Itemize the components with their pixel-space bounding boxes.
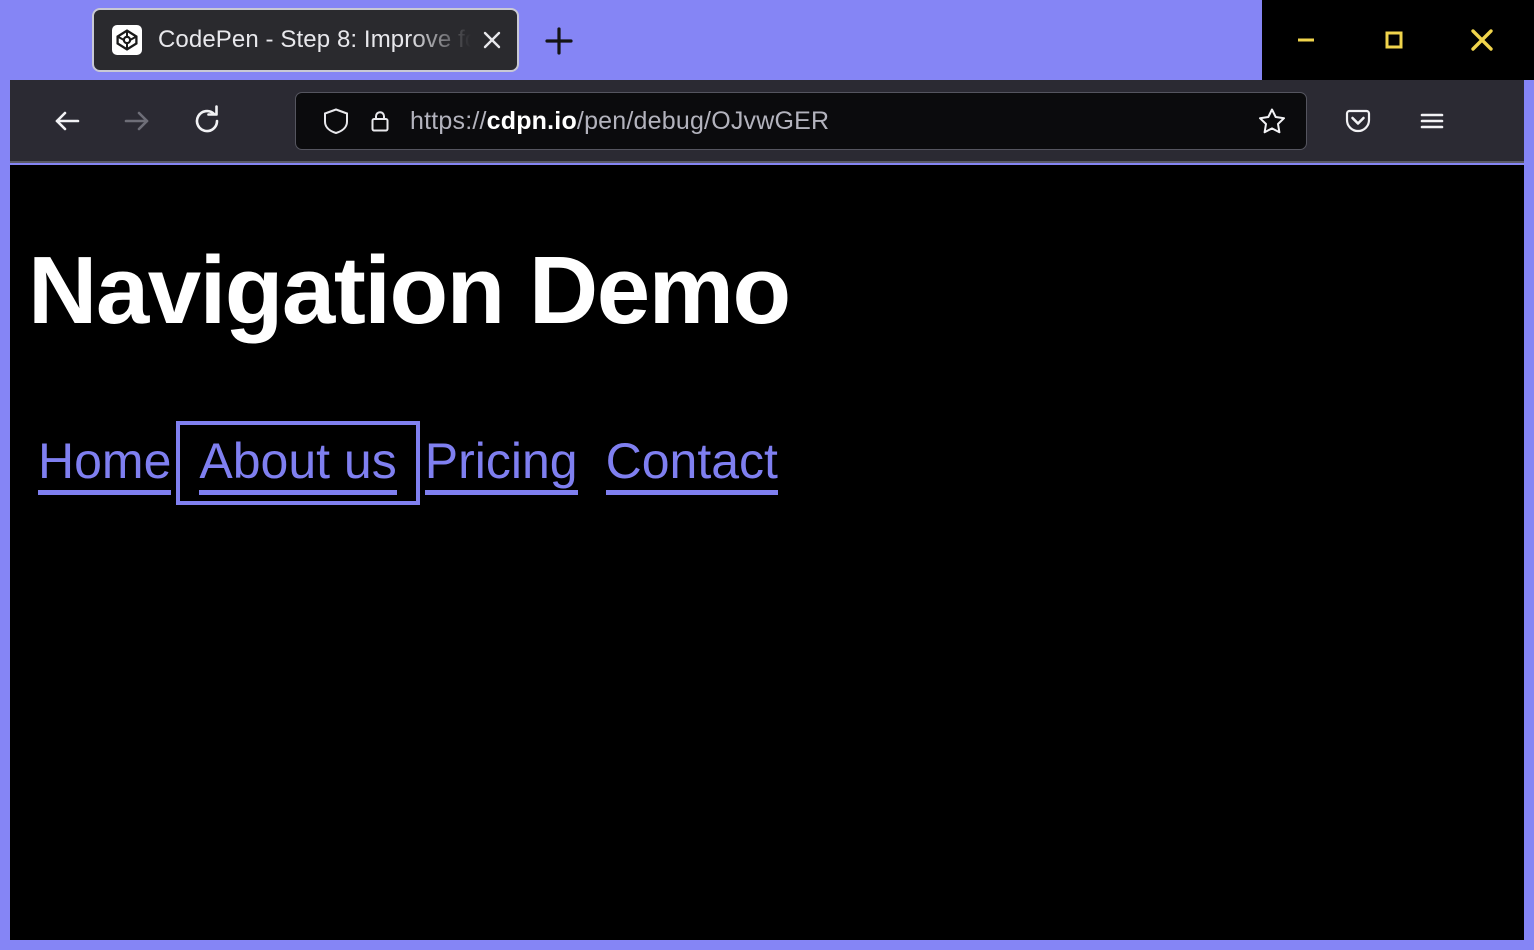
browser-tab-title-wrap: CodePen - Step 8: Improve focu — [158, 20, 471, 60]
nav-link-about-us[interactable]: About us — [185, 430, 410, 496]
new-tab-button[interactable] — [536, 20, 582, 62]
nav-link-home[interactable]: Home — [24, 430, 185, 496]
lock-icon[interactable] — [358, 99, 402, 143]
url-text[interactable]: https://cdpn.io/pen/debug/OJvwGER — [410, 107, 1248, 136]
shield-icon[interactable] — [314, 99, 358, 143]
url-scheme: https:// — [410, 107, 487, 135]
page-content: Navigation Demo Home About us Pricing Co… — [10, 165, 1524, 940]
window-controls — [1262, 0, 1534, 80]
browser-tab-title: CodePen - Step 8: Improve focu — [158, 26, 471, 54]
window-maximize-button[interactable] — [1350, 0, 1438, 80]
toolbar-right-icons — [1330, 92, 1460, 150]
codepen-favicon — [112, 25, 142, 55]
url-bar[interactable]: https://cdpn.io/pen/debug/OJvwGER — [295, 92, 1307, 150]
site-navigation: Home About us Pricing Contact — [24, 430, 792, 496]
window-close-button[interactable] — [1438, 0, 1526, 80]
tab-strip: CodePen - Step 8: Improve focu — [0, 0, 1534, 80]
url-path: /pen/debug/OJvwGER — [577, 107, 829, 135]
browser-window-frame: CodePen - Step 8: Improve focu — [0, 0, 1534, 950]
browser-tab-active[interactable]: CodePen - Step 8: Improve focu — [92, 8, 519, 72]
pocket-icon[interactable] — [1330, 92, 1386, 150]
tab-strip-left-area: CodePen - Step 8: Improve focu — [0, 0, 1262, 80]
browser-navigation-toolbar: https://cdpn.io/pen/debug/OJvwGER — [10, 80, 1524, 163]
nav-link-contact[interactable]: Contact — [592, 430, 792, 496]
nav-link-pricing[interactable]: Pricing — [411, 430, 592, 496]
star-icon[interactable] — [1248, 97, 1296, 145]
page-title: Navigation Demo — [28, 243, 790, 339]
window-minimize-button[interactable] — [1262, 0, 1350, 80]
url-host: cdpn.io — [487, 107, 577, 135]
tab-close-icon[interactable] — [473, 21, 511, 59]
back-button[interactable] — [32, 91, 102, 151]
forward-button[interactable] — [102, 91, 172, 151]
hamburger-menu-icon[interactable] — [1404, 92, 1460, 150]
reload-button[interactable] — [172, 91, 242, 151]
